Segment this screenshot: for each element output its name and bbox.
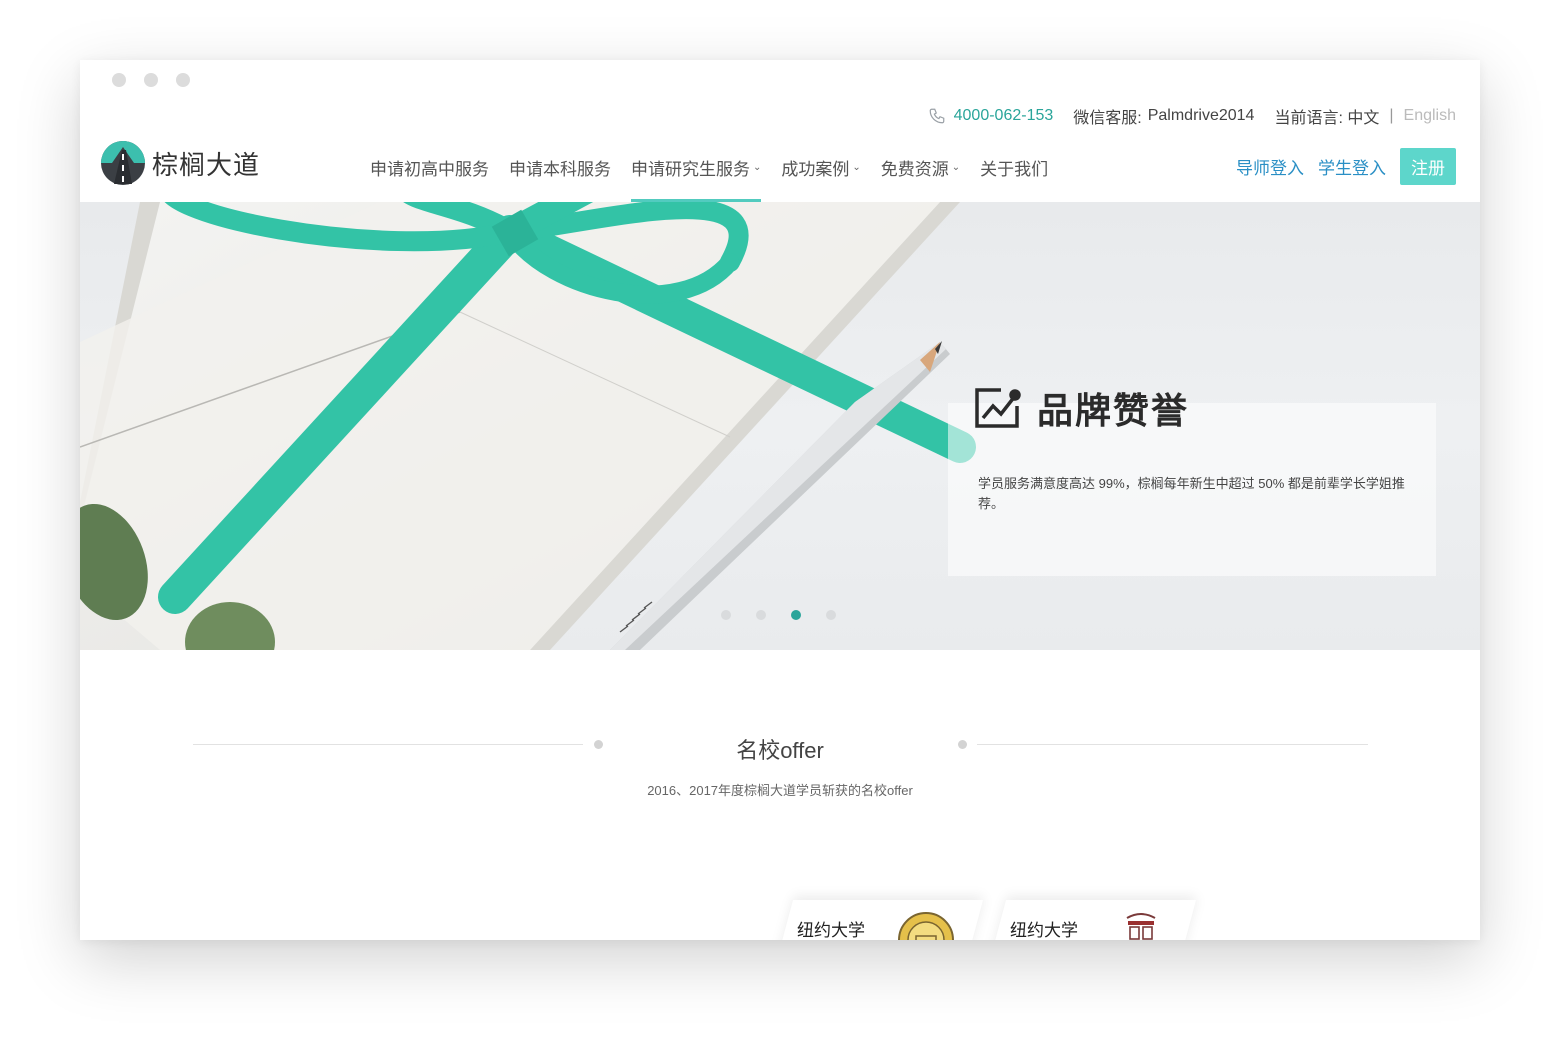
chevron-down-icon: ⌄ xyxy=(753,161,762,173)
brand-name: 棕榈大道 xyxy=(152,149,261,180)
university-name: 纽约大学 xyxy=(1010,921,1078,940)
wechat-id: Palmdrive2014 xyxy=(1147,107,1255,124)
carousel-indicators xyxy=(721,610,836,620)
nav-label: 免费资源 xyxy=(880,159,949,179)
nav-about-us[interactable]: 关于我们 xyxy=(972,146,1056,188)
nav-success-cases[interactable]: 成功案例 ⌄ xyxy=(773,146,868,188)
phone-icon xyxy=(929,108,944,124)
hero-carousel: 品牌赞誉 学员服务满意度高达 99%，棕榈每年新生中超过 50% 都是前辈学长学… xyxy=(80,202,1480,650)
close-dot[interactable] xyxy=(112,73,126,87)
wechat-label: 微信客服: xyxy=(1073,110,1142,127)
offers-title: 名校offer xyxy=(736,738,824,763)
trend-chart-icon xyxy=(975,388,1021,428)
divider-dot xyxy=(958,740,967,749)
chevron-down-icon: ⌄ xyxy=(852,161,861,173)
divider-right xyxy=(977,744,1368,745)
hero-title: 品牌赞誉 xyxy=(1037,390,1190,431)
student-login-link[interactable]: 学生登入 xyxy=(1318,154,1386,179)
language-separator: | xyxy=(1389,107,1394,124)
phone-contact[interactable]: 4000-062-153 xyxy=(928,107,1054,125)
carousel-dot[interactable] xyxy=(756,610,766,620)
carousel-dot-active[interactable] xyxy=(791,610,801,620)
carousel-dot[interactable] xyxy=(826,610,836,620)
carousel-dot[interactable] xyxy=(721,610,731,620)
nav-free-resources[interactable]: 免费资源 ⌄ xyxy=(873,146,968,188)
palmdrive-logo-icon xyxy=(101,141,145,185)
hero-description: 学员服务满意度高达 99%，棕榈每年新生中超过 50% 都是前辈学长学姐推荐。 xyxy=(978,476,1405,511)
main-nav: 申请初高中服务 申请本科服务 申请研究生服务 ⌄ 成功案例 ⌄ 免费资源 ⌄ 关于我们 xyxy=(362,146,1060,202)
mentor-login-link[interactable]: 导师登入 xyxy=(1236,154,1304,179)
auth-links: 导师登入 学生登入 注册 xyxy=(1236,148,1456,185)
nav-label: 关于我们 xyxy=(980,159,1049,179)
nav-graduate[interactable]: 申请研究生服务 ⌄ xyxy=(623,146,769,202)
gold-seal-icon xyxy=(898,912,954,940)
nav-label: 申请初高中服务 xyxy=(370,159,489,179)
nav-label: 成功案例 xyxy=(781,159,850,179)
top-info-bar: 4000-062-153 微信客服: Palmdrive2014 当前语言: 中… xyxy=(928,104,1456,128)
nav-undergraduate[interactable]: 申请本科服务 xyxy=(501,146,619,188)
register-button[interactable]: 注册 xyxy=(1400,148,1456,185)
chevron-down-icon: ⌄ xyxy=(951,161,961,173)
offers-subtitle: 2016、2017年度棕榈大道学员斩获的名校offer xyxy=(647,783,913,798)
nav-label: 申请研究生服务 xyxy=(631,159,750,179)
phone-number[interactable]: 4000-062-153 xyxy=(954,107,1054,125)
language-current[interactable]: 当前语言: 中文 xyxy=(1274,104,1379,128)
nav-label: 申请本科服务 xyxy=(509,159,611,179)
hero-card-header: 品牌赞誉 xyxy=(973,382,1189,434)
nav-middle-high-school[interactable]: 申请初高中服务 xyxy=(362,146,497,188)
minimize-dot[interactable] xyxy=(144,73,158,87)
maximize-dot[interactable] xyxy=(176,73,190,87)
university-name: 纽约大学 xyxy=(797,921,865,940)
language-english[interactable]: English xyxy=(1404,107,1456,125)
window-controls xyxy=(112,73,190,87)
browser-window: 4000-062-153 微信客服: Palmdrive2014 当前语言: 中… xyxy=(80,60,1480,940)
brand-logo[interactable]: 棕榈大道 xyxy=(100,140,260,186)
red-crest-icon xyxy=(1126,913,1156,940)
